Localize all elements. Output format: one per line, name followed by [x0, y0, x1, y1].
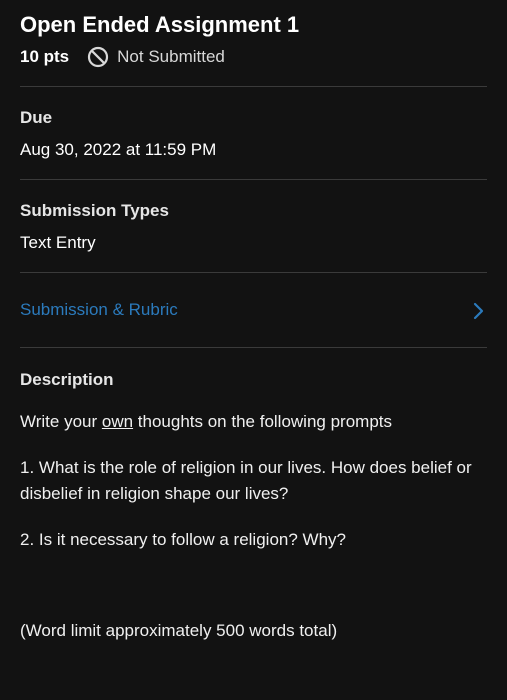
due-date: Aug 30, 2022 at 11:59 PM [20, 140, 217, 159]
due-label: Due [20, 108, 53, 127]
intro-text: Write your [20, 412, 102, 431]
word-limit-note: (Word limit approximately 500 words tota… [20, 621, 338, 640]
points-value: 10 pts [20, 47, 70, 66]
divider [20, 179, 487, 180]
submission-rubric-link[interactable]: Submission & Rubric [0, 274, 507, 346]
description-label: Description [20, 370, 114, 389]
intro-emphasis: own [101, 412, 134, 431]
submission-status-text: Not Submitted [117, 47, 225, 66]
prompt-1: 1. What is the role of religion in our l… [20, 458, 472, 503]
no-entry-circle-icon [88, 46, 109, 68]
divider [20, 347, 487, 348]
submission-types-label: Submission Types [20, 201, 169, 220]
description-intro: Write your own thoughts on the following… [20, 409, 483, 435]
submission-status: Not Submitted [87, 46, 225, 68]
submission-rubric-label: Submission & Rubric [20, 300, 178, 319]
divider [20, 86, 487, 87]
divider [20, 272, 487, 273]
submission-types-value: Text Entry [20, 233, 96, 252]
assignment-title: Open Ended Assignment 1 [20, 12, 300, 37]
prompt-2: 2. Is it necessary to follow a religion?… [20, 530, 346, 549]
assignment-meta: 10 pts Not Submitted [20, 44, 225, 70]
intro-text: thoughts on the following prompts [133, 412, 392, 431]
chevron-right-icon [473, 302, 484, 320]
